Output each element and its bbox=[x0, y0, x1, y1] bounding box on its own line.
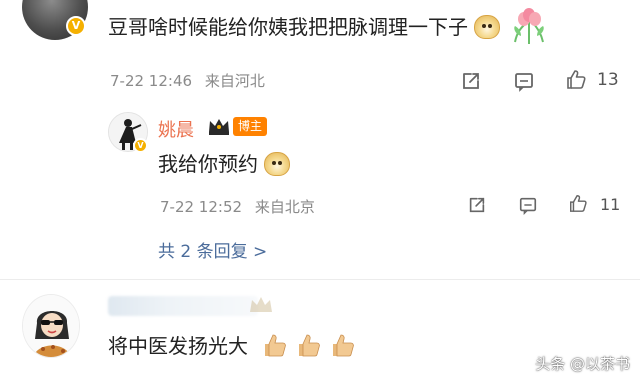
reply-like-count: 11 bbox=[600, 195, 621, 214]
like-count: 13 bbox=[597, 70, 619, 90]
doge-emoji-icon bbox=[264, 152, 291, 176]
reply-like-icon[interactable] bbox=[568, 193, 588, 213]
blogger-badge: 博主 bbox=[233, 117, 268, 136]
reply-meta: 7-22 12:52 来自北京 bbox=[160, 196, 315, 217]
reply-verified-badge-icon: V bbox=[133, 138, 148, 153]
comment-location: 来自河北 bbox=[204, 72, 265, 90]
like-icon[interactable] bbox=[565, 68, 587, 90]
comment-body: 豆哥啥时候能给你姨我把把脉调理一下子 bbox=[108, 6, 551, 46]
watermark: 头条 @以茶书 bbox=[535, 355, 630, 373]
thumbs-up-emoji-icon bbox=[262, 332, 288, 358]
reply-location: 来自北京 bbox=[254, 198, 315, 216]
comment-text: 豆哥啥时候能给你姨我把把脉调理一下子 bbox=[108, 15, 468, 39]
blurred-member-icon bbox=[248, 294, 274, 316]
reply-share-icon[interactable] bbox=[467, 195, 487, 215]
comment-time: 7-22 12:46 bbox=[110, 72, 193, 90]
comment-icon[interactable] bbox=[513, 70, 535, 92]
reply-comment-icon[interactable] bbox=[518, 195, 538, 215]
second-comment-text: 将中医发扬光大 bbox=[108, 334, 248, 358]
verified-badge-icon: V bbox=[66, 16, 86, 36]
crown-icon bbox=[207, 116, 231, 136]
comment-meta: 7-22 12:46 来自河北 bbox=[110, 70, 265, 91]
second-comment-body: 将中医发扬光大 bbox=[108, 330, 356, 359]
share-icon[interactable] bbox=[460, 70, 482, 92]
view-more-replies-link[interactable]: 共 2 条回复 > bbox=[158, 237, 267, 262]
tulip-emoji-icon bbox=[507, 6, 551, 46]
thumbs-up-emoji-icon bbox=[296, 332, 322, 358]
second-commenter-avatar[interactable] bbox=[22, 294, 80, 358]
reply-text: 我给你预约 bbox=[158, 152, 258, 176]
doge-emoji-icon bbox=[474, 15, 501, 39]
reply-time: 7-22 12:52 bbox=[160, 198, 243, 216]
divider bbox=[0, 279, 640, 280]
thumbs-up-emoji-icon bbox=[330, 332, 356, 358]
reply-body: 我给你预约 bbox=[158, 148, 291, 177]
reply-username[interactable]: 姚晨 bbox=[158, 116, 194, 142]
second-commenter-name-blurred bbox=[108, 296, 258, 316]
